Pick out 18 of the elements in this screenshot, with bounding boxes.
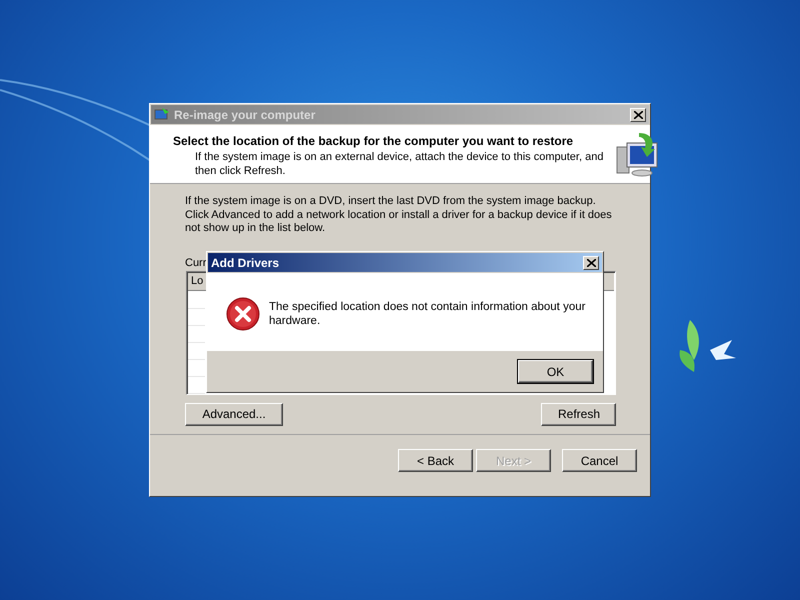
window-title: Re-image your computer (174, 108, 316, 122)
close-button[interactable] (583, 256, 599, 270)
close-icon (634, 110, 642, 118)
error-icon (226, 297, 260, 331)
close-icon (586, 258, 596, 266)
close-button[interactable] (630, 108, 646, 122)
advanced-button[interactable]: Advanced... (185, 402, 283, 426)
instructions-text: If the system image is on a DVD, insert the last DVD from the system image backup. Click Advanced to add a network location or install a driver for a backup device if it does not show up in the list below. (185, 195, 613, 236)
dialog-message: The specified location does not contain information about your hardware. (269, 300, 586, 328)
description-text: If the system image is on an external device, attach the device to this computer, and then click Refresh. (194, 150, 604, 178)
ok-button[interactable]: OK (518, 360, 593, 383)
monitor-icon (154, 108, 170, 122)
dialog-title: Add Drivers (211, 256, 280, 270)
list-label: Curr (185, 256, 207, 268)
nav-button[interactable]: < Back (398, 449, 473, 472)
refresh-button[interactable]: Refresh (541, 402, 616, 426)
nav-button[interactable]: Cancel (562, 449, 637, 472)
heading-text: Select the location of the backup for the computer you want to restore (173, 134, 574, 148)
